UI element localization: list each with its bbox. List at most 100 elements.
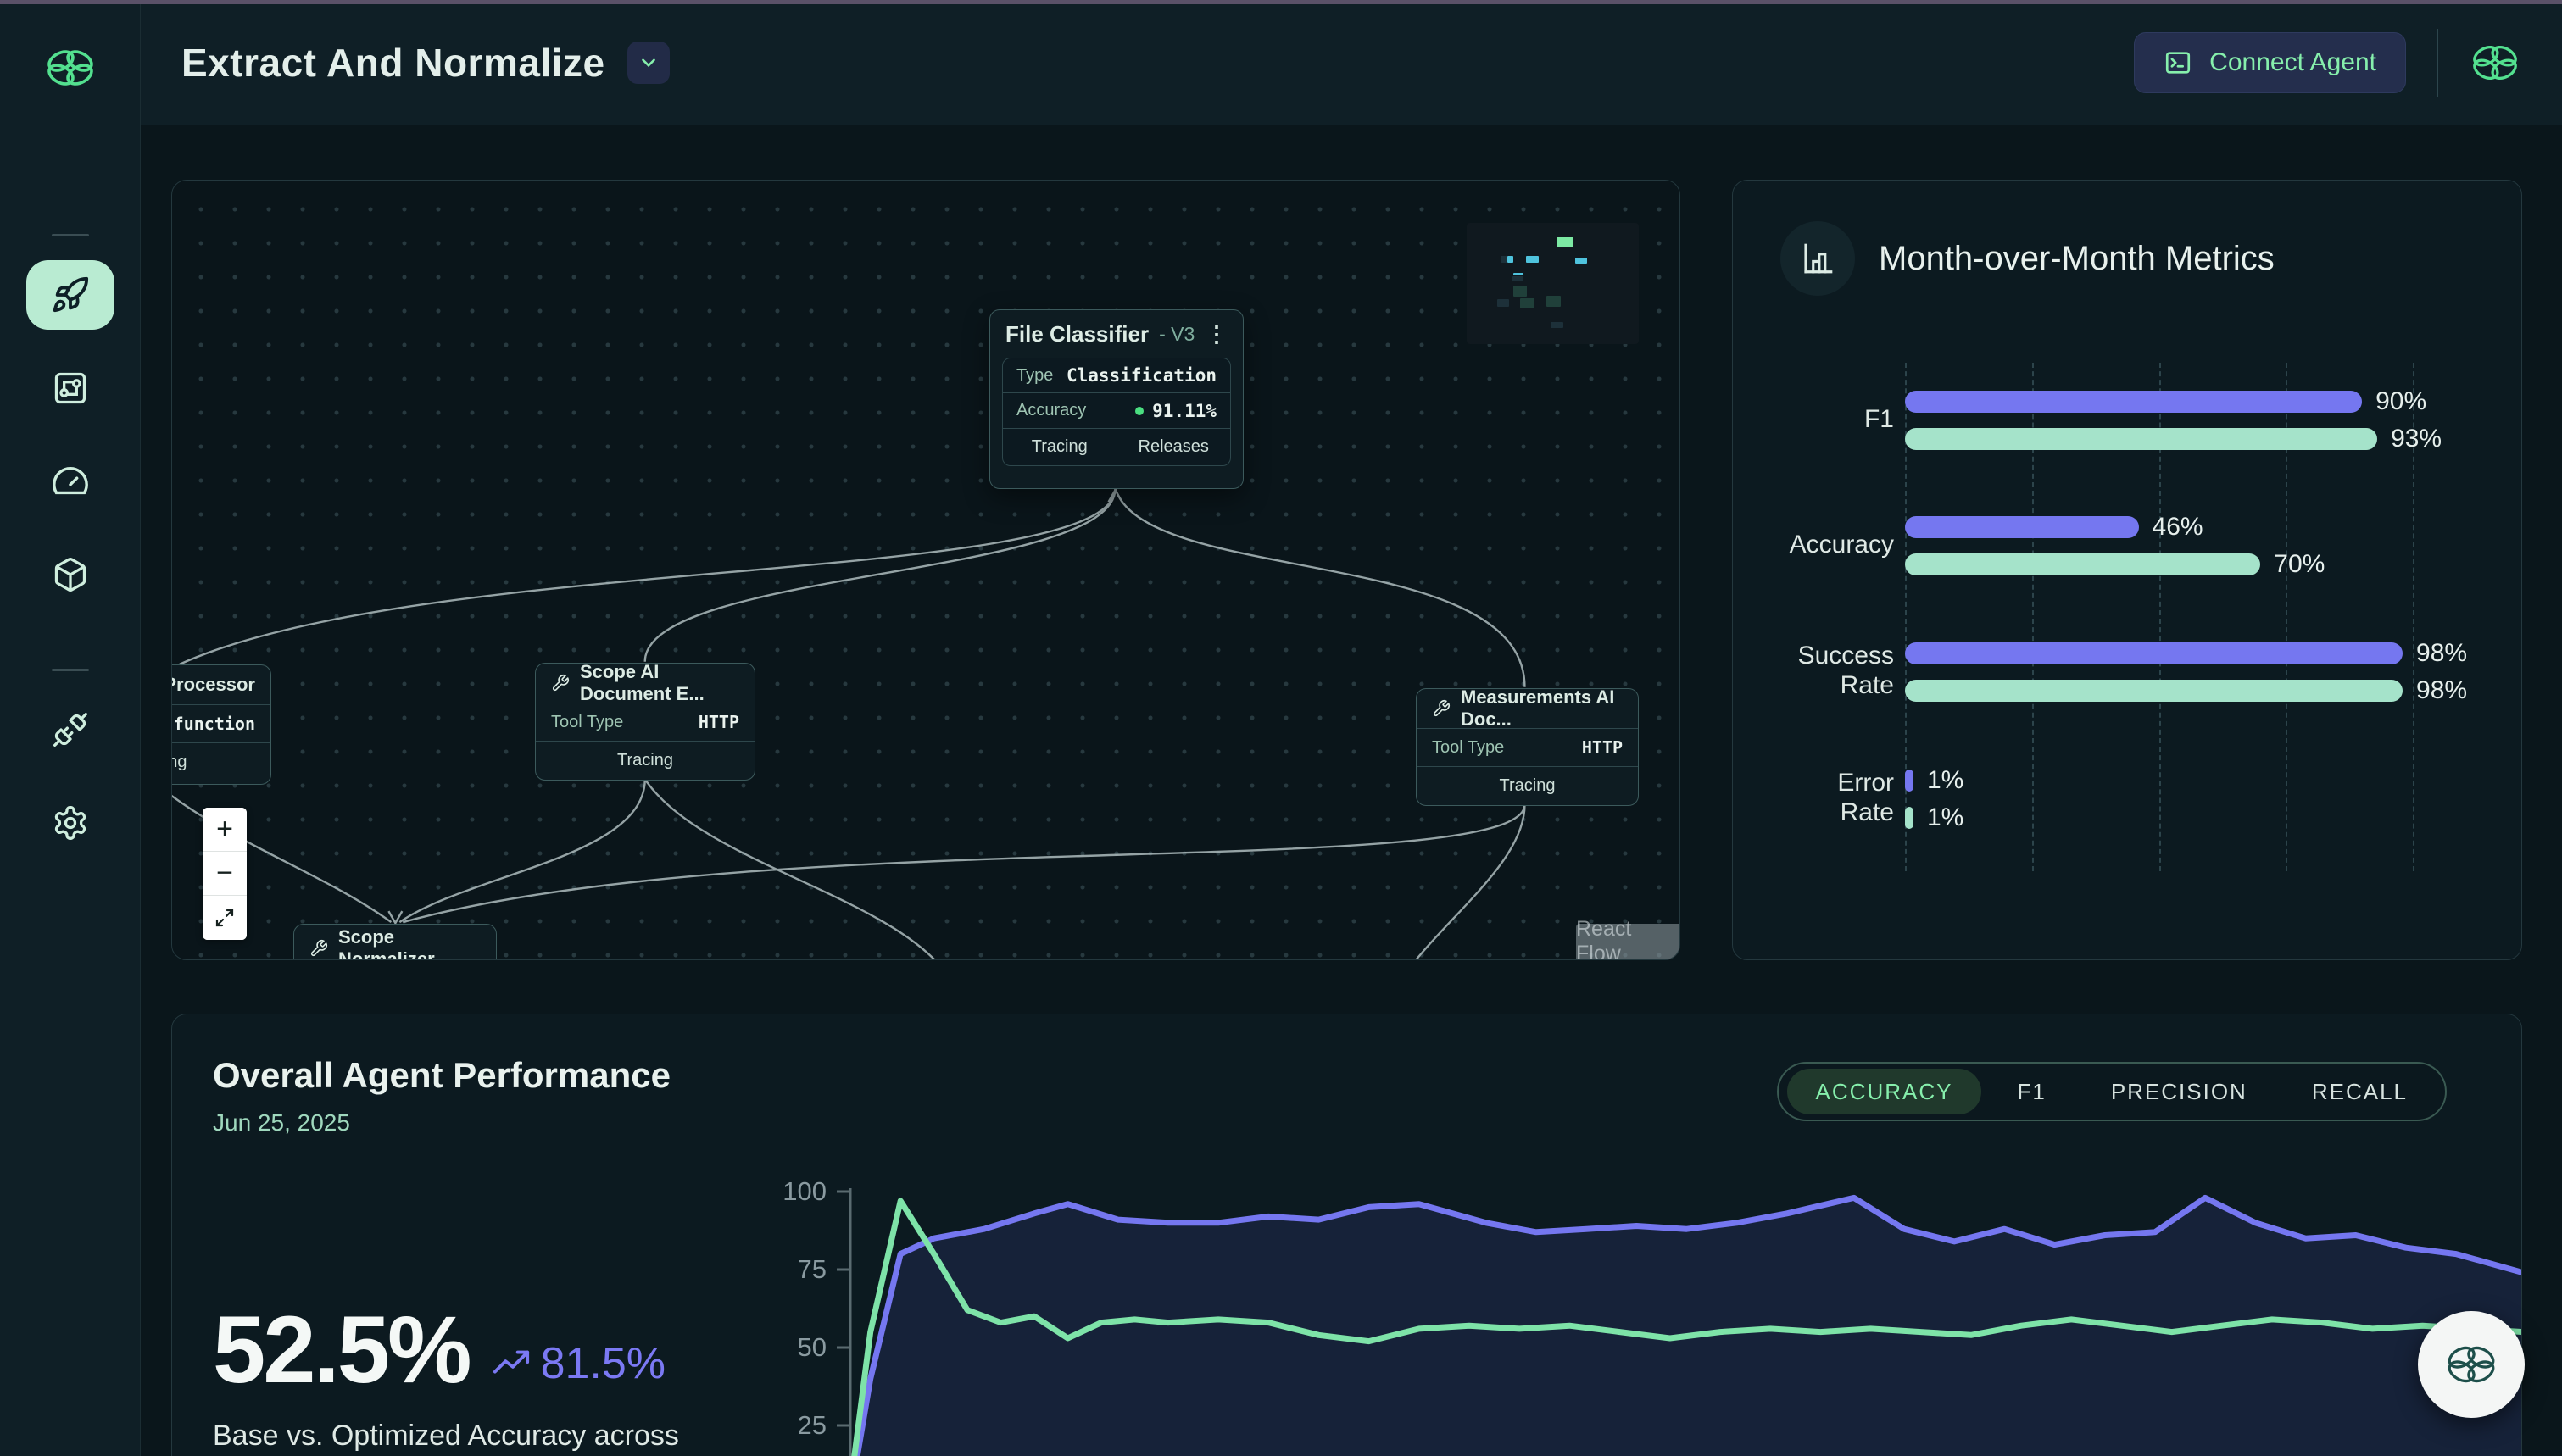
bar-value: 98% (2416, 680, 2467, 702)
canvas-minimap[interactable] (1467, 223, 1639, 344)
field-value: 91.11% (1152, 401, 1217, 421)
metric-tabs: ACCURACYF1PRECISIONRECALL (1777, 1062, 2447, 1121)
tab-precision[interactable]: PRECISION (2082, 1069, 2276, 1114)
node-title: Scope Normalizer (338, 926, 481, 960)
bar-base (1905, 391, 2362, 413)
sidebar-item-agents[interactable] (26, 260, 114, 330)
minimap-node (1513, 286, 1527, 296)
svg-text:50: 50 (798, 1332, 827, 1362)
minimap-node (1526, 256, 1539, 264)
rocket-icon (51, 275, 90, 314)
minimap-node (1520, 298, 1534, 308)
bar-value: 93% (2391, 428, 2442, 450)
node-title: Scope AI Document E... (580, 661, 739, 705)
react-flow-attribution[interactable]: React Flow (1576, 924, 1679, 959)
metrics-title: Month-over-Month Metrics (1879, 240, 2275, 278)
tab-f1[interactable]: F1 (1988, 1069, 2075, 1114)
wrench-icon (309, 939, 328, 958)
minimap-node (1557, 237, 1573, 247)
minimap-node (1507, 256, 1513, 264)
category-label: ErrorRate (1758, 769, 1894, 827)
sidebar-divider (52, 669, 89, 671)
chevron-down-icon (638, 52, 660, 74)
workflow-canvas[interactable]: File Classifier - V3 ⋮ Type Classificati… (171, 180, 1680, 960)
performance-title: Overall Agent Performance (213, 1055, 671, 1096)
node-measurements-ai-doc[interactable]: Measurements AI Doc... Tool Type HTTP Tr… (1416, 688, 1639, 806)
bar-value: 46% (2153, 516, 2203, 538)
bar-value: 98% (2416, 642, 2467, 664)
bar-optimized (1905, 680, 2403, 702)
minimap-node (1551, 322, 1562, 328)
node-title: t Processor (171, 674, 255, 696)
releases-button[interactable]: Releases (1117, 429, 1231, 465)
sidebar-item-packages[interactable] (26, 540, 114, 609)
butterfly-icon (2443, 1337, 2499, 1392)
tracing-button[interactable]: Tracing (1417, 767, 1638, 804)
field-label: Type (1016, 366, 1053, 386)
gear-icon (52, 804, 89, 842)
top-accent-strip (0, 0, 2562, 4)
header: Extract And Normalize Connect Agent (141, 0, 2562, 125)
bar-optimized (1905, 807, 1913, 829)
app: Extract And Normalize Connect Agent (0, 0, 2562, 1456)
title-dropdown-button[interactable] (627, 42, 670, 84)
bar-chart-icon (1780, 221, 1855, 296)
sidebar-item-connections[interactable] (26, 695, 114, 764)
assistant-fab[interactable] (2418, 1311, 2525, 1418)
expand-icon (214, 908, 235, 928)
minimap-node (1512, 276, 1523, 281)
zoom-in-button[interactable]: + (203, 808, 247, 852)
tracing-button[interactable]: Tracing (171, 743, 270, 781)
metrics-panel: Month-over-Month Metrics F190%93%Accurac… (1732, 180, 2522, 960)
workflow-icon (52, 370, 89, 407)
performance-panel: Overall Agent Performance Jun 25, 2025 A… (171, 1014, 2522, 1456)
svg-text:25: 25 (798, 1410, 827, 1440)
status-dot (1135, 407, 1144, 415)
bar-value: 70% (2274, 553, 2325, 575)
bar-value: 90% (2375, 391, 2426, 413)
node-file-classifier[interactable]: File Classifier - V3 ⋮ Type Classificati… (989, 309, 1244, 489)
bar-value: 1% (1927, 770, 1963, 792)
workflow-edges (172, 181, 1679, 959)
minimap-node (1501, 256, 1507, 263)
category-label: Accuracy (1758, 531, 1894, 560)
node-version: - V3 (1159, 323, 1195, 346)
tracing-button[interactable]: Tracing (536, 742, 755, 779)
minimap-node (1575, 258, 1587, 264)
header-divider (2437, 29, 2438, 97)
wrench-icon (1432, 699, 1451, 718)
zoom-out-button[interactable]: − (203, 852, 247, 896)
svg-text:75: 75 (798, 1254, 827, 1284)
connect-agent-label: Connect Agent (2209, 48, 2376, 77)
tab-recall[interactable]: RECALL (2283, 1069, 2437, 1114)
kebab-menu-icon[interactable]: ⋮ (1206, 321, 1228, 347)
field-value: Classification (1067, 365, 1217, 386)
field-value: HTTP (1582, 737, 1623, 758)
svg-text:100: 100 (783, 1180, 827, 1206)
category-label: SuccessRate (1758, 642, 1894, 700)
node-scope-ai-document[interactable]: Scope AI Document E... Tool Type HTTP Tr… (535, 663, 755, 781)
node-text-processor[interactable]: t Processor JS function Tracing (171, 664, 271, 785)
fit-view-button[interactable] (203, 896, 247, 940)
tab-accuracy[interactable]: ACCURACY (1787, 1069, 1982, 1114)
sidebar-item-monitoring[interactable] (26, 447, 114, 516)
month-over-month-chart: F190%93%Accuracy46%70%SuccessRate98%98%E… (1733, 363, 2521, 905)
sidebar-divider (52, 234, 89, 236)
field-label: Tool Type (1432, 738, 1504, 758)
tracing-button[interactable]: Tracing (1003, 429, 1117, 465)
sidebar-item-workflows[interactable] (26, 353, 114, 423)
sidebar-item-settings[interactable] (26, 788, 114, 858)
terminal-icon (2164, 48, 2192, 77)
minimap-node (1546, 296, 1560, 307)
node-title: Measurements AI Doc... (1461, 686, 1623, 731)
trending-up-icon (492, 1344, 531, 1383)
minimap-node (1513, 273, 1523, 276)
node-scope-normalizer[interactable]: Scope Normalizer (293, 924, 497, 960)
performance-subtitle: Base vs. Optimized Accuracy across (213, 1420, 679, 1453)
connect-agent-button[interactable]: Connect Agent (2134, 32, 2406, 93)
gauge-icon (51, 462, 90, 501)
field-label: Tool Type (551, 713, 623, 732)
sidebar (0, 0, 141, 1456)
performance-line-chart: 100 75 50 25 (647, 1180, 2522, 1456)
bar-optimized (1905, 553, 2260, 575)
